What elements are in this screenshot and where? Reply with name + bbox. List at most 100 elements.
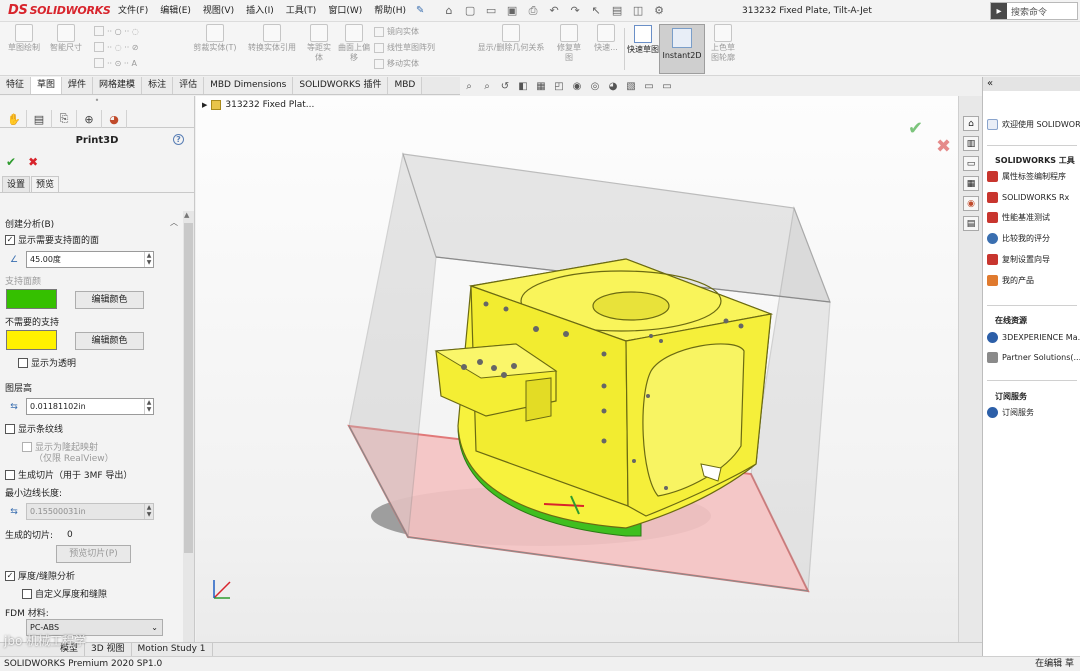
tab-mbd-dimensions[interactable]: MBD Dimensions [204, 77, 294, 94]
tab-mbd[interactable]: MBD [388, 77, 423, 94]
spinner-arrows-icon[interactable]: ▲ ▼ [144, 252, 153, 267]
reference-triad[interactable] [206, 576, 236, 606]
apply-scene-icon[interactable]: ▧ [624, 79, 638, 93]
file-properties-icon[interactable]: ◫ [629, 3, 647, 19]
hide-show-icon[interactable]: ◎ [588, 79, 602, 93]
new-document-icon[interactable]: ▢ [461, 3, 479, 19]
line-tools[interactable]: ·· ○ ·· ◌ [94, 26, 139, 36]
feature-manager-icon[interactable]: ✋ [2, 110, 27, 128]
welcome-link[interactable]: 欢迎使用 SOLIDWORKS [987, 119, 1080, 130]
redo-icon[interactable]: ↷ [566, 3, 584, 19]
layer-height-input[interactable]: 0.01181102in ▲ ▼ [26, 398, 154, 415]
display-style-icon[interactable]: ◉ [570, 79, 584, 93]
panel-scrollbar[interactable]: ▲ [183, 211, 194, 642]
collapse-chevron-icon[interactable]: ︿ [170, 217, 178, 228]
help-icon[interactable]: ? [173, 134, 184, 145]
min-edge-length-input[interactable]: 0.15500031in ▲ ▼ [26, 503, 154, 520]
tool-compare-score[interactable]: 比较我的评分 [987, 233, 1050, 244]
search-commands-input[interactable]: ▸ 搜索命令 [990, 2, 1078, 20]
tab-solidworks-addins[interactable]: SOLIDWORKS 插件 [293, 77, 389, 94]
cancel-x-icon[interactable]: ✖ [28, 155, 38, 169]
rapid-sketch-button[interactable]: 快速草图 [627, 25, 659, 73]
open-icon[interactable]: ▭ [482, 3, 500, 19]
custom-thickness-checkbox[interactable]: 自定义厚度和缝隙 [22, 587, 107, 600]
pin-icon[interactable]: ✎ [416, 5, 430, 16]
monitor-icon[interactable]: ▭ [660, 79, 674, 93]
tab-motion-study[interactable]: Motion Study 1 [132, 643, 213, 656]
tool-performance-benchmark[interactable]: 性能基准测试 [987, 212, 1050, 223]
smart-dimension-button[interactable]: 智能尺寸 [46, 24, 86, 53]
tool-property-tab-builder[interactable]: 属性标签编制程序 [987, 171, 1066, 182]
view-palette-icon[interactable]: ▦ [963, 176, 979, 191]
task-pane-collapse-icon[interactable]: « [983, 77, 1080, 91]
home-icon[interactable]: ⌂ [963, 116, 979, 131]
tab-weldments[interactable]: 焊件 [62, 77, 94, 94]
move-entities-button[interactable]: 移动实体 [374, 58, 419, 69]
mirror-entities-button[interactable]: 镜向实体 [374, 26, 419, 37]
appearances-icon[interactable]: ◉ [963, 196, 979, 211]
convert-entities-button[interactable]: 转换实体引用 [244, 24, 300, 53]
instant2d-button[interactable]: Instant2D [659, 24, 705, 74]
edit-no-support-color-button[interactable]: 编辑颜色 [75, 332, 144, 350]
show-stripes-checkbox[interactable]: 显示条纹线 [5, 422, 63, 435]
menu-tools[interactable]: 工具(T) [280, 0, 323, 22]
view-settings-icon[interactable]: ▭ [642, 79, 656, 93]
edit-support-color-button[interactable]: 编辑颜色 [75, 291, 144, 309]
dimxpert-icon[interactable]: ⊕ [77, 110, 102, 128]
zoom-area-icon[interactable]: ⌕ [480, 79, 494, 93]
menu-file[interactable]: 文件(F) [112, 0, 154, 22]
tab-settings[interactable]: 设置 [2, 176, 31, 192]
ok-check-icon[interactable]: ✔ [6, 155, 16, 169]
subscription-services-link[interactable]: 订阅服务 [987, 407, 1034, 418]
custom-properties-icon[interactable]: ▤ [963, 216, 979, 231]
trim-entities-button[interactable]: 剪裁实体(T) [190, 24, 240, 53]
spinner-arrows-icon[interactable]: ▲ ▼ [144, 399, 153, 414]
undo-icon[interactable]: ↶ [545, 3, 563, 19]
quick-snaps-button[interactable]: 快速... [590, 24, 622, 53]
create-analysis-header[interactable]: 创建分析(B) [5, 217, 54, 230]
zoom-to-fit-icon[interactable]: ⌕ [462, 79, 476, 93]
show-support-faces-checkbox[interactable]: ✓ 显示需要支持面的面 [5, 233, 99, 246]
menu-view[interactable]: 视图(V) [197, 0, 240, 22]
sketch-button[interactable]: 草图绘制 [6, 24, 42, 53]
thickness-analysis-checkbox[interactable]: ✓ 厚度/缝隙分析 [5, 569, 75, 582]
rebuild-icon[interactable]: ▤ [608, 3, 626, 19]
select-icon[interactable]: ↖ [587, 3, 605, 19]
generate-slices-checkbox[interactable]: 生成切片（用于 3MF 导出） [5, 468, 132, 481]
tool-my-products[interactable]: 我的产品 [987, 275, 1034, 286]
slot-tools[interactable]: ·· ⊙ ·· A [94, 58, 137, 68]
repair-sketch-button[interactable]: 修复草图 [554, 24, 584, 63]
menu-insert[interactable]: 插入(I) [240, 0, 280, 22]
home-icon[interactable]: ⌂ [440, 3, 458, 19]
panel-drag-handle[interactable]: • [0, 96, 194, 110]
edit-appearance-icon[interactable]: ◕ [606, 79, 620, 93]
rectangle-tools[interactable]: ·· ◌ ·· ⊘ [94, 42, 138, 52]
file-explorer-icon[interactable]: ▭ [963, 156, 979, 171]
online-3dexperience[interactable]: 3DEXPERIENCE Ma... [987, 332, 1080, 343]
shaded-sketch-button[interactable]: 上色草图轮廓 [708, 24, 738, 63]
tab-markup[interactable]: 标注 [142, 77, 174, 94]
preview-slices-button[interactable]: 预览切片(P) [56, 545, 131, 563]
graphics-area[interactable]: ▶ 313232 Fixed Plat... ✔ ✖ [196, 96, 958, 642]
display-relations-button[interactable]: 显示/删除几何关系 [470, 24, 552, 53]
menu-window[interactable]: 窗口(W) [322, 0, 368, 22]
offset-on-surface-button[interactable]: 曲面上偏移 [338, 24, 370, 63]
linear-pattern-button[interactable]: 线性草图阵列 [374, 42, 435, 53]
solidworks-logo[interactable]: DS SOLIDWORKS [0, 0, 112, 22]
offset-entities-button[interactable]: 等距实体 [304, 24, 334, 63]
tool-solidworks-rx[interactable]: SOLIDWORKS Rx [987, 192, 1069, 203]
tab-3d-views[interactable]: 3D 视图 [85, 643, 132, 656]
section-view-icon[interactable]: ◧ [516, 79, 530, 93]
online-partner-solutions[interactable]: Partner Solutions(... [987, 352, 1080, 363]
tab-preview[interactable]: 预览 [31, 176, 60, 192]
menu-help[interactable]: 帮助(H) [368, 0, 412, 22]
display-manager-icon[interactable]: ◕ [102, 110, 127, 128]
configuration-manager-icon[interactable]: ⎘ [52, 110, 77, 128]
previous-view-icon[interactable]: ↺ [498, 79, 512, 93]
show-transparent-checkbox[interactable]: 显示为透明 [18, 356, 76, 369]
tab-mesh-modeling[interactable]: 网格建模 [93, 77, 143, 94]
design-library-icon[interactable]: ▥ [963, 136, 979, 151]
tab-features[interactable]: 特征 [0, 77, 32, 94]
tab-sketch[interactable]: 草图 [31, 77, 63, 94]
print-icon[interactable]: ⎙ [524, 3, 542, 19]
